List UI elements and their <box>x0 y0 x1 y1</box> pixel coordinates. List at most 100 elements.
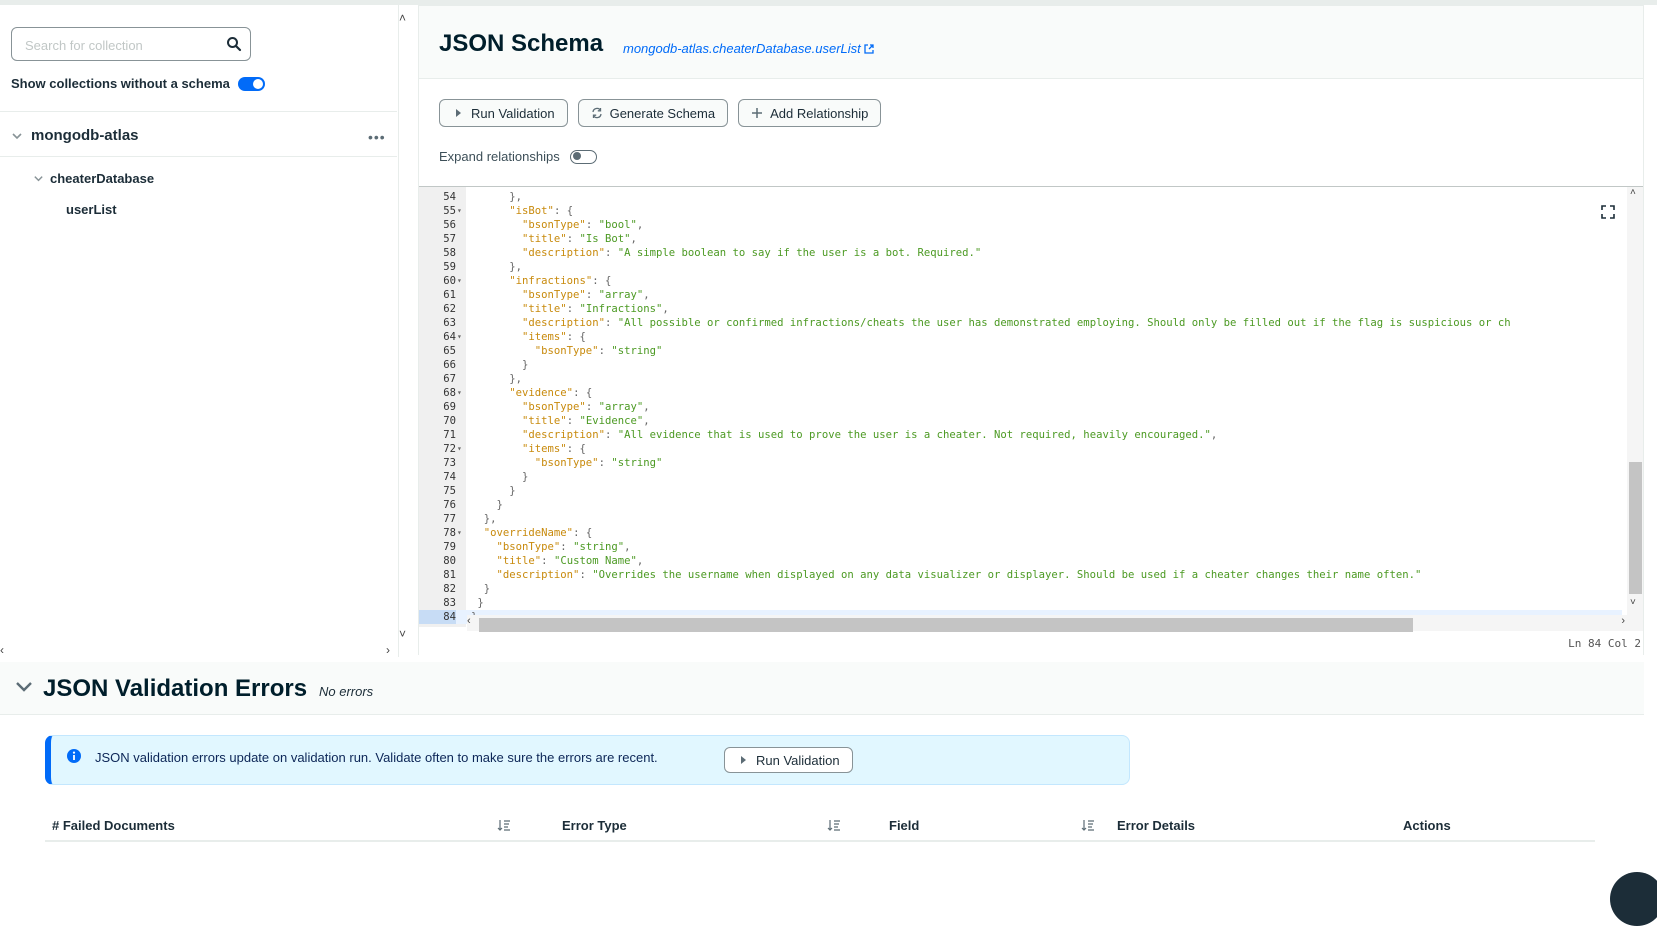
show-without-schema-toggle[interactable] <box>237 76 265 91</box>
fold-toggle-icon[interactable]: ▾ <box>457 330 462 344</box>
add-relationship-button[interactable]: Add Relationship <box>738 99 882 127</box>
chevron-down-icon[interactable] <box>33 173 44 184</box>
code-token: "title" <box>522 233 567 245</box>
sort-icon[interactable] <box>1081 818 1095 832</box>
fold-toggle-icon[interactable]: ▾ <box>457 274 462 288</box>
tree-sub-database[interactable]: cheaterDatabase <box>33 171 154 186</box>
sidebar-scroll-right-icon[interactable]: › <box>386 643 390 657</box>
code-line[interactable]: 82 } <box>419 582 1622 596</box>
add-relationship-label: Add Relationship <box>770 105 869 121</box>
code-line[interactable]: 79 "bsonType": "string", <box>419 540 1622 554</box>
sidebar-scroll-left-icon[interactable]: ‹ <box>0 643 4 657</box>
code-token: , <box>643 415 650 427</box>
code-line[interactable]: 74 } <box>419 470 1622 484</box>
sort-icon[interactable] <box>827 818 841 832</box>
code-line[interactable]: 65 "bsonType": "string" <box>419 344 1622 358</box>
chevron-down-icon[interactable] <box>11 130 23 142</box>
code-line[interactable]: 69 "bsonType": "array", <box>419 400 1622 414</box>
code-line[interactable]: 56 "bsonType": "bool", <box>419 218 1622 232</box>
fold-toggle-icon[interactable]: ▾ <box>457 442 462 456</box>
code-line[interactable]: 81 "description": "Overrides the usernam… <box>419 568 1622 582</box>
chevron-down-icon[interactable] <box>14 676 34 696</box>
code-line[interactable]: 63 "description": "All possible or confi… <box>419 316 1622 330</box>
code-line[interactable]: 78 ▾ "overrideName": { <box>419 526 1622 540</box>
more-options-icon[interactable]: ••• <box>368 129 386 145</box>
code-line[interactable]: 61 "bsonType": "array", <box>419 288 1622 302</box>
search-input[interactable] <box>23 35 217 55</box>
external-link-icon[interactable] <box>864 43 874 54</box>
code-line[interactable]: 59 }, <box>419 260 1622 274</box>
code-line[interactable]: 75 } <box>419 484 1622 498</box>
line-number: 56 <box>443 219 456 231</box>
editor-vertical-scroll-thumb[interactable] <box>1629 462 1642 594</box>
scroll-left-icon[interactable]: ‹ <box>467 615 471 627</box>
code-token: "bsonType" <box>522 219 586 231</box>
editor-horizontal-scrollbar[interactable]: ‹ › <box>467 615 1643 632</box>
expand-relationships-toggle[interactable] <box>569 149 597 164</box>
code-text: }, <box>471 190 522 204</box>
code-token: "array" <box>598 401 644 413</box>
refresh-icon <box>591 107 602 119</box>
code-line[interactable]: 68 ▾ "evidence": { <box>419 386 1622 400</box>
code-line[interactable]: 76 } <box>419 498 1622 512</box>
sort-icon[interactable] <box>497 818 511 832</box>
run-validation-label: Run Validation <box>471 105 555 121</box>
code-line[interactable]: 77 }, <box>419 512 1622 526</box>
fold-toggle-icon[interactable]: ▾ <box>457 204 462 218</box>
code-line[interactable]: 62 "title": "Infractions", <box>419 302 1622 316</box>
validation-errors-header[interactable]: JSON Validation Errors No errors <box>0 662 1644 715</box>
code-token: "array" <box>598 289 644 301</box>
code-token: "string" <box>611 345 663 357</box>
collection-link[interactable]: mongodb-atlas.cheaterDatabase.userList <box>623 41 874 56</box>
code-token: "description" <box>496 569 580 581</box>
editor-vertical-scrollbar[interactable]: ˄ ˅ <box>1627 187 1643 617</box>
code-text: } <box>471 596 483 610</box>
code-text: "title": "Infractions", <box>471 302 669 316</box>
sidebar-scroll-down-icon[interactable]: ˅ <box>399 627 406 641</box>
code-line[interactable]: 72 ▾ "items": { <box>419 442 1622 456</box>
code-line[interactable]: 73 "bsonType": "string" <box>419 456 1622 470</box>
code-line[interactable]: 60 ▾ "infractions": { <box>419 274 1622 288</box>
code-token: , <box>636 555 644 567</box>
callout-run-validation-button[interactable]: Run Validation <box>724 747 853 773</box>
scroll-right-icon[interactable]: › <box>1621 615 1625 627</box>
collection-link-text[interactable]: mongodb-atlas.cheaterDatabase.userList <box>623 41 861 56</box>
code-text: "title": "Is Bot", <box>471 232 637 246</box>
errors-table-header: # Failed Documents Error Type Field Erro… <box>45 810 1595 842</box>
line-number: 65 <box>443 345 456 357</box>
info-callout-message: JSON validation errors update on validat… <box>95 750 658 765</box>
code-token: "Evidence" <box>579 415 644 427</box>
column-failed-documents: # Failed Documents <box>52 818 175 833</box>
code-line[interactable]: 67 }, <box>419 372 1622 386</box>
run-validation-button[interactable]: Run Validation <box>439 99 568 127</box>
line-number: 78 <box>443 527 456 539</box>
fold-toggle-icon[interactable]: ▾ <box>457 386 462 400</box>
code-line[interactable]: 54 }, <box>419 190 1622 204</box>
code-line[interactable]: 70 "title": "Evidence", <box>419 414 1622 428</box>
code-line[interactable]: 71 "description": "All evidence that is … <box>419 428 1622 442</box>
code-line[interactable]: 58 "description": "A simple boolean to s… <box>419 246 1622 260</box>
code-text: } <box>471 484 515 498</box>
line-number: 60 <box>443 275 456 287</box>
code-line[interactable]: 80 "title": "Custom Name", <box>419 554 1622 568</box>
generate-schema-button[interactable]: Generate Schema <box>577 99 729 127</box>
scroll-up-icon[interactable]: ˄ <box>1630 187 1636 198</box>
code-editor[interactable]: 54 }, 55 ▾ "isBot": {56 "bsonType": "bool"… <box>419 186 1643 655</box>
scroll-down-icon[interactable]: ˅ <box>1630 597 1636 608</box>
code-line[interactable]: 83 } <box>419 596 1622 610</box>
editor-code[interactable]: 54 }, 55 ▾ "isBot": {56 "bsonType": "bool"… <box>419 190 1622 624</box>
fullscreen-icon[interactable] <box>1601 205 1615 219</box>
code-line[interactable]: 57 "title": "Is Bot", <box>419 232 1622 246</box>
search-box[interactable] <box>11 27 251 61</box>
code-line[interactable]: 66 } <box>419 358 1622 372</box>
code-line[interactable]: 64 ▾ "items": { <box>419 330 1622 344</box>
search-icon[interactable] <box>226 36 242 52</box>
fold-toggle-icon[interactable]: ▾ <box>457 526 462 540</box>
collection-item-userlist[interactable]: userList <box>66 202 117 217</box>
editor-horizontal-scroll-thumb[interactable] <box>479 618 1413 632</box>
tree-database[interactable]: mongodb-atlas <box>11 127 139 144</box>
code-line[interactable]: 55 ▾ "isBot": { <box>419 204 1622 218</box>
code-text: } <box>471 470 528 484</box>
sidebar-scroll-up-icon[interactable]: ˄ <box>399 11 406 25</box>
chat-widget-button[interactable] <box>1610 872 1657 926</box>
